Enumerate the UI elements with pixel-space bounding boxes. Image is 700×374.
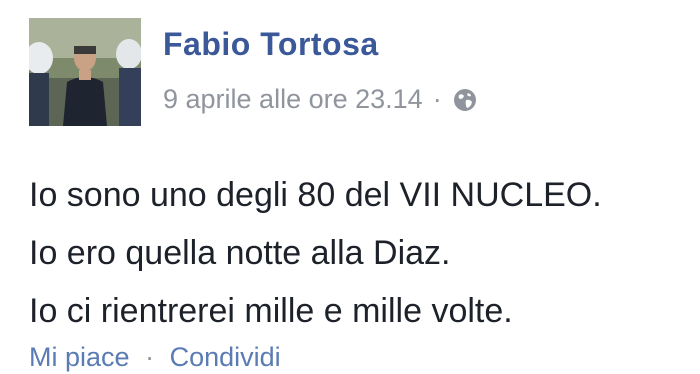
meta-separator: · xyxy=(432,84,442,114)
author-name[interactable]: Fabio Tortosa xyxy=(163,26,379,63)
share-link[interactable]: Condividi xyxy=(170,342,281,372)
actions-separator: · xyxy=(145,342,155,372)
post-line: Io ci rientrerei mille e mille volte. xyxy=(29,292,513,330)
facebook-post: Fabio Tortosa 9 aprile alle ore 23.14 · … xyxy=(0,0,700,374)
avatar[interactable] xyxy=(29,18,141,126)
post-line: Io sono uno degli 80 del VII NUCLEO. xyxy=(29,176,602,214)
globe-icon[interactable] xyxy=(452,87,478,113)
post-timestamp[interactable]: 9 aprile alle ore 23.14 xyxy=(163,84,423,115)
post-meta: 9 aprile alle ore 23.14 · xyxy=(163,84,478,115)
profile-photo xyxy=(29,18,141,126)
post-body: Io sono uno degli 80 del VII NUCLEO. Io … xyxy=(29,166,602,340)
like-link[interactable]: Mi piace xyxy=(29,342,130,372)
post-actions: Mi piace · Condividi xyxy=(29,342,281,373)
post-line: Io ero quella notte alla Diaz. xyxy=(29,234,451,272)
